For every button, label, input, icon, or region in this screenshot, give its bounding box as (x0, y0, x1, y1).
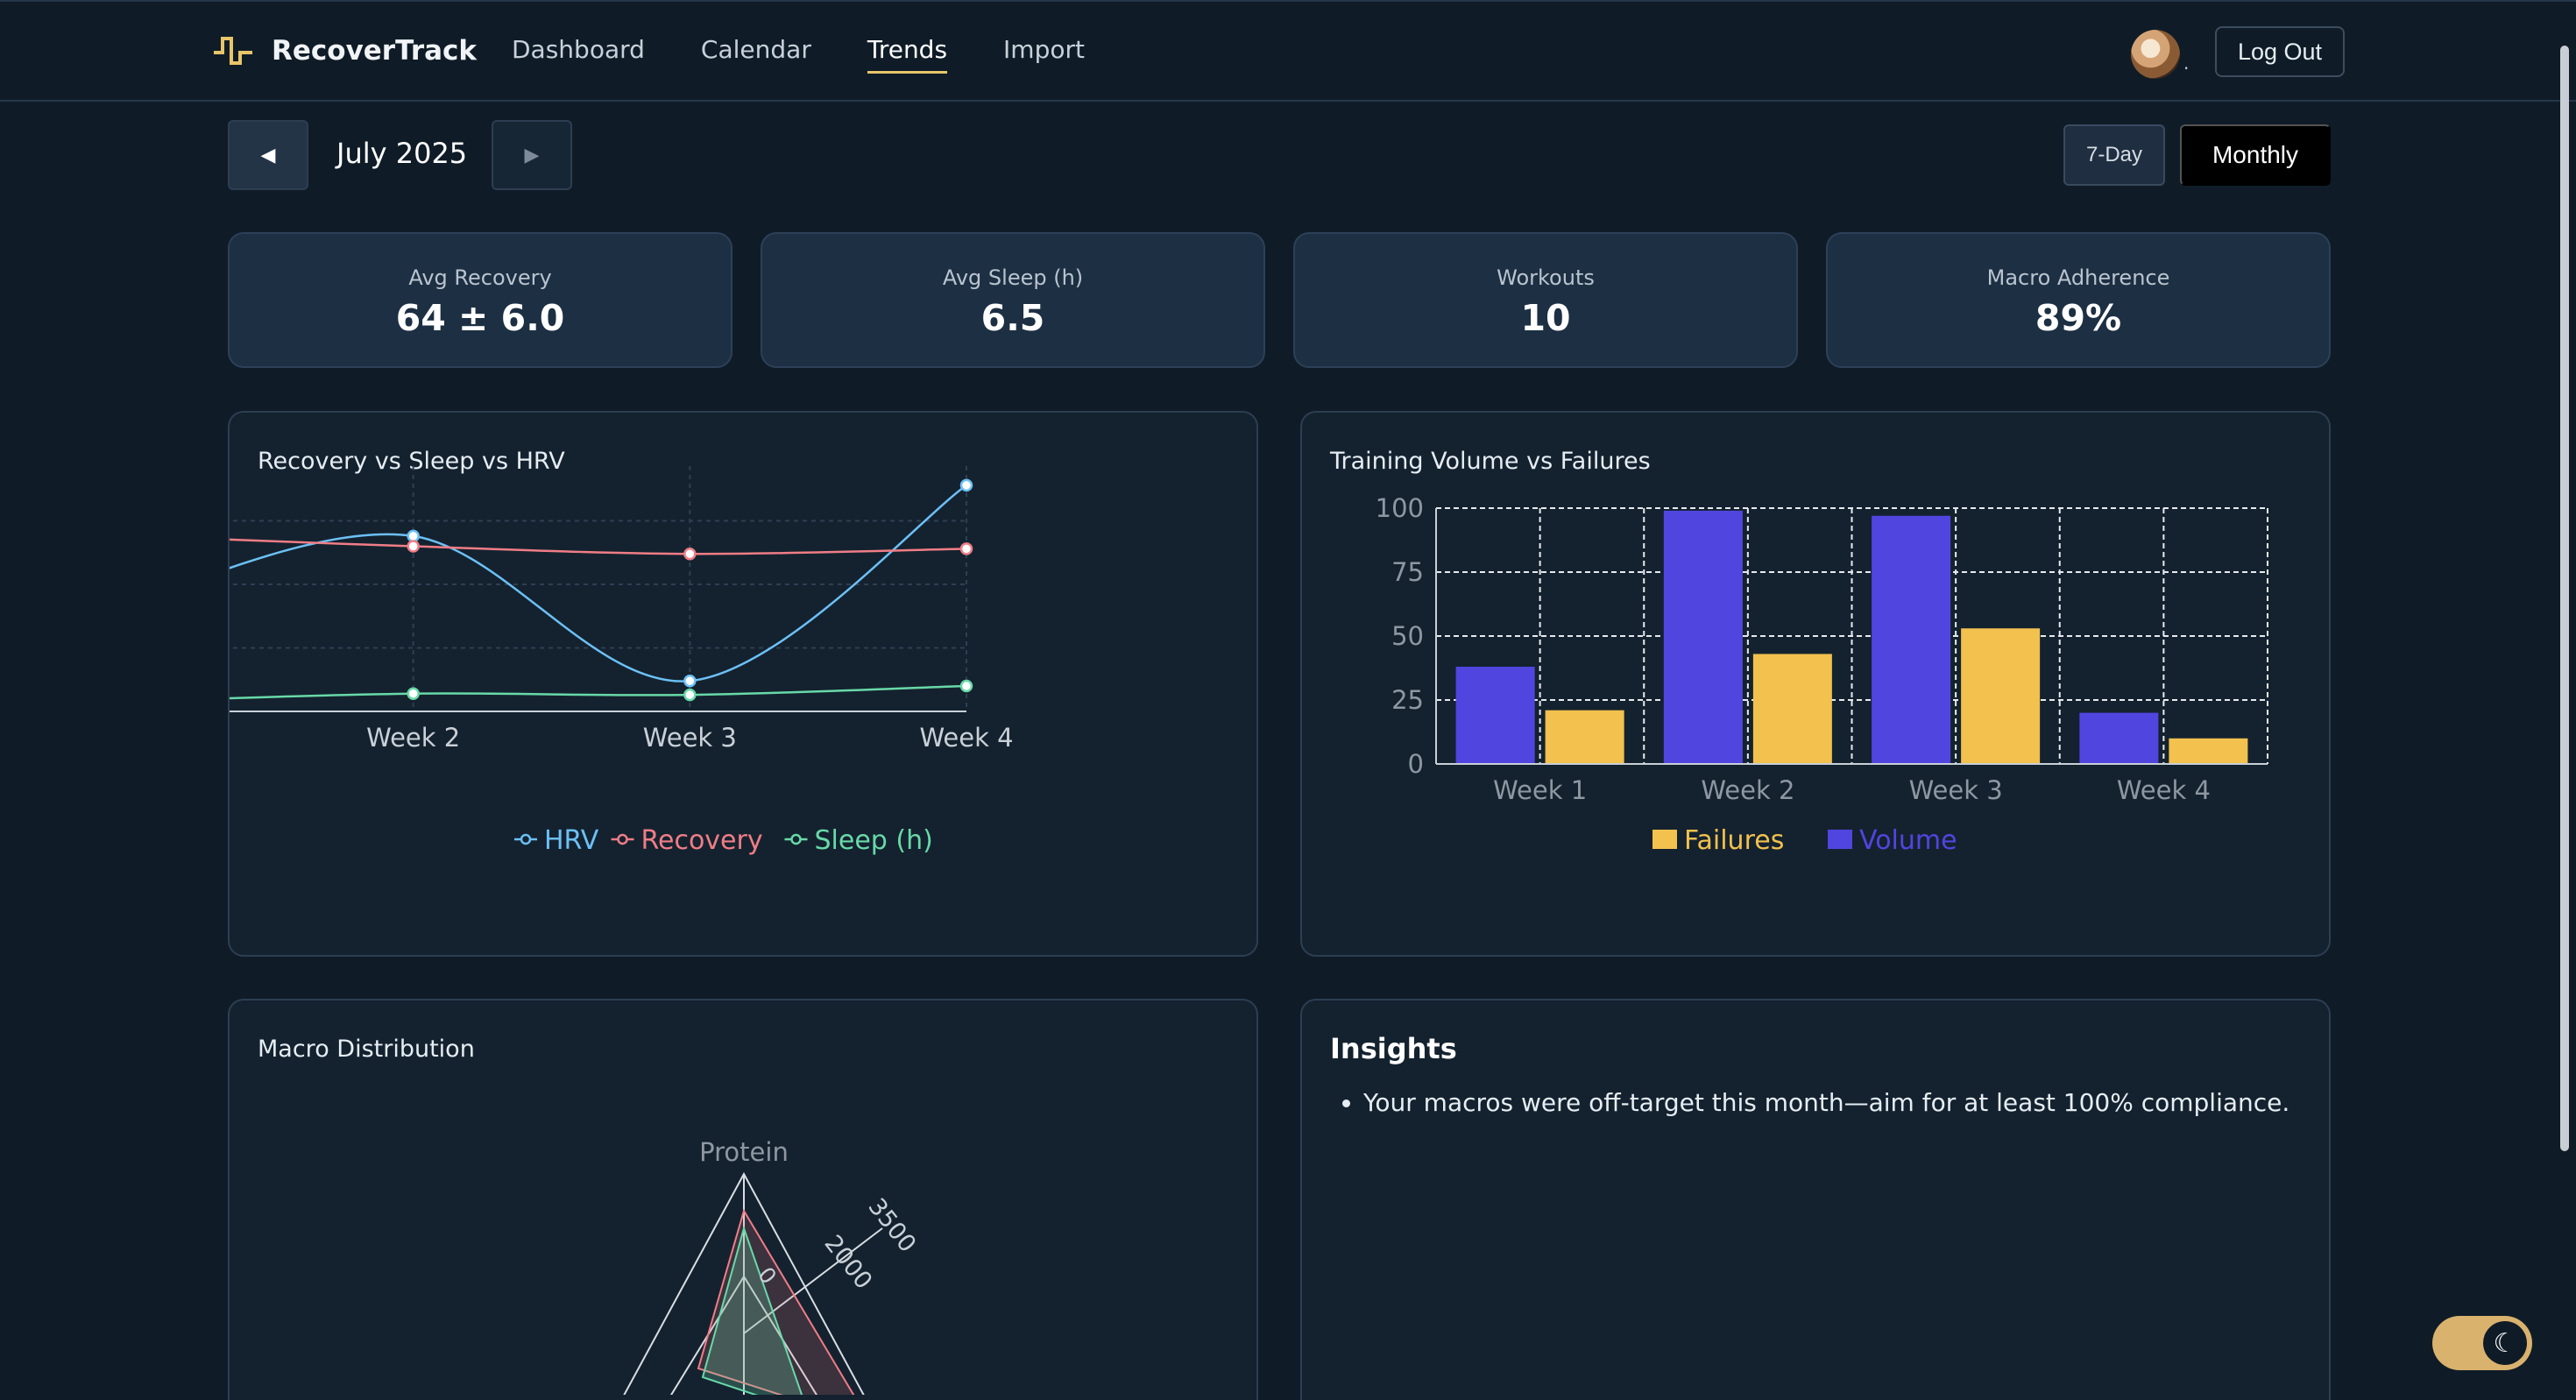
legend-item: Recovery (611, 825, 763, 856)
main-nav: Dashboard Calendar Trends Import (512, 35, 1141, 74)
insights-list: Your macros were off-target this month—a… (1363, 1088, 2289, 1117)
seven-day-toggle[interactable]: 7-Day (2063, 124, 2165, 186)
y-tick-label: 25 (1391, 685, 1424, 715)
stat-card-avg-recovery: Avg Recovery 64 ± 6.0 (228, 232, 732, 368)
x-tick-label: Week 2 (1701, 775, 1794, 805)
previous-month-button[interactable]: ◀ (228, 120, 308, 190)
legend-swatch (1652, 830, 1677, 849)
bar (2079, 712, 2159, 764)
y-tick-label: 0 (1408, 749, 1424, 779)
series-line (230, 684, 967, 700)
legend-marker (520, 833, 532, 845)
recovery-line-chart: 0255075100Week 1Week 2Week 3Week 4HRVRec… (230, 465, 1014, 856)
data-point (407, 540, 420, 553)
data-point (959, 478, 973, 492)
bar (1663, 510, 1743, 764)
x-tick-label: Week 3 (1909, 775, 2003, 805)
avatar[interactable] (2131, 30, 2180, 79)
stat-card-macro-adherence: Macro Adherence 89% (1826, 232, 2331, 368)
triangle-left-icon: ◀ (260, 144, 276, 166)
bar (1872, 515, 1951, 764)
macro-radar-chart: Protein 3500 2000 0 (623, 1137, 921, 1395)
bar (1455, 667, 1535, 764)
stat-label: Avg Sleep (h) (942, 265, 1084, 290)
stat-value: 64 ± 6.0 (395, 297, 565, 339)
macro-distribution-panel: Macro Distribution Protein 3500 2000 0 (228, 999, 1258, 1400)
recovery-chart-panel: Recovery vs Sleep vs HRV 0255075100Week … (228, 411, 1258, 957)
data-point (407, 687, 420, 700)
x-tick-label: Week 4 (919, 723, 1013, 753)
nav-item-trends[interactable]: Trends (867, 35, 948, 74)
avatar-suffix: . (2183, 53, 2190, 74)
radar-tick-3500: 3500 (862, 1193, 921, 1257)
stat-label: Macro Adherence (1986, 265, 2170, 290)
x-tick-label: Week 4 (2117, 775, 2211, 805)
training-bar-chart: 0 25 50 75 100 Week 1 Week 2 Week 3 Week 4 Failur… (1376, 493, 2268, 856)
stat-label: Avg Recovery (408, 265, 552, 290)
bar (1545, 710, 1624, 764)
x-tick-label: Week 1 (1493, 775, 1587, 805)
data-point (959, 542, 973, 555)
top-navigation-bar: RecoverTrack Dashboard Calendar Trends I… (0, 0, 2576, 102)
bar (1961, 628, 2041, 764)
insights-panel: Insights Your macros were off-target thi… (1300, 999, 2331, 1400)
series-line (230, 484, 967, 682)
training-chart-panel: Training Volume vs Failures 0 25 50 75 100 We… (1300, 411, 2331, 957)
scrollbar[interactable] (2560, 46, 2569, 1151)
data-point (959, 679, 973, 693)
legend-label: Recovery (641, 825, 763, 856)
monthly-toggle[interactable]: Monthly (2180, 124, 2331, 186)
insights-title: Insights (1330, 1032, 1457, 1065)
bar (2169, 738, 2248, 764)
legend-item: Sleep (h) (784, 825, 933, 856)
legend-label: Volume (1859, 825, 1957, 856)
data-point (683, 674, 697, 688)
logout-button[interactable]: Log Out (2215, 26, 2345, 77)
data-point (683, 688, 697, 702)
next-month-button[interactable]: ▶ (492, 120, 572, 190)
brand-name: RecoverTrack (272, 35, 478, 67)
stat-value: 10 (1520, 297, 1571, 339)
legend-marker (790, 833, 802, 845)
legend-label: Sleep (h) (815, 825, 933, 856)
pulse-icon (214, 37, 252, 65)
legend-label: HRV (544, 825, 599, 856)
y-tick-label: 100 (1376, 493, 1424, 523)
nav-item-calendar[interactable]: Calendar (701, 35, 811, 74)
y-tick-label: 50 (1391, 621, 1424, 651)
x-tick-label: Week 3 (643, 723, 737, 753)
legend-item: HRV (514, 825, 599, 856)
stat-card-avg-sleep: Avg Sleep (h) 6.5 (761, 232, 1265, 368)
data-point (407, 529, 420, 543)
moon-icon: ☾ (2483, 1321, 2527, 1365)
nav-item-import[interactable]: Import (1003, 35, 1085, 74)
brand[interactable]: RecoverTrack (212, 33, 477, 68)
x-tick-label: Week 2 (366, 723, 460, 753)
period-label: July 2025 (336, 137, 468, 170)
legend-label: Failures (1684, 825, 1784, 856)
triangle-right-icon: ▶ (524, 144, 540, 166)
radar-axis-label-protein: Protein (699, 1137, 789, 1167)
legend-marker (617, 833, 628, 845)
stat-card-workouts: Workouts 10 (1293, 232, 1798, 368)
insight-item: Your macros were off-target this month—a… (1363, 1088, 2289, 1117)
stat-value: 6.5 (980, 297, 1045, 339)
stat-label: Workouts (1497, 265, 1595, 290)
bar (1752, 654, 1832, 764)
nav-item-dashboard[interactable]: Dashboard (512, 35, 645, 74)
theme-toggle[interactable]: ☾ (2432, 1316, 2532, 1370)
stat-value: 89% (2035, 297, 2122, 339)
legend-swatch (1828, 830, 1852, 849)
legend-item: Failures (1652, 825, 1784, 856)
y-tick-label: 75 (1391, 557, 1424, 587)
data-point (683, 547, 697, 561)
legend-item: Volume (1828, 825, 1957, 856)
